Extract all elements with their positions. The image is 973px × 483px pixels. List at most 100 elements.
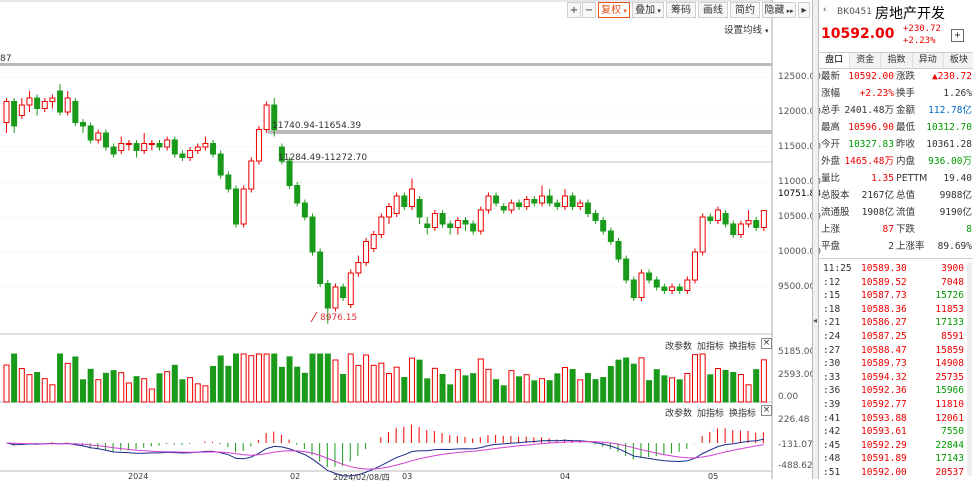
volume-bar xyxy=(255,353,262,403)
volume-bar xyxy=(64,362,71,403)
tab-funds[interactable]: 资金 xyxy=(850,53,882,68)
ma-settings-button[interactable]: 设置均线 ▾ xyxy=(724,22,769,36)
vol-switch-indicator-button[interactable]: 换指标 xyxy=(729,339,756,352)
tick-scrollbar[interactable] xyxy=(967,262,972,476)
candle-body xyxy=(202,143,209,148)
brief-button[interactable]: 简约 xyxy=(730,2,760,18)
adjust-button[interactable]: 复权 ▾ xyxy=(598,2,630,18)
tick-time: :30 xyxy=(823,358,841,370)
candle-body xyxy=(64,97,71,113)
vol-axis-tick: 5185.00 xyxy=(778,347,816,357)
tick-volume: 17133 xyxy=(935,317,964,329)
volume-bar xyxy=(171,364,178,403)
candle-body xyxy=(141,143,148,151)
tick-row: :48 10591.89 17143 xyxy=(819,452,973,466)
tab-index[interactable]: 指数 xyxy=(881,53,913,68)
candle-body xyxy=(424,223,431,228)
draw-line-button[interactable]: 画线 xyxy=(698,2,728,18)
stat-value: 19.40 xyxy=(943,173,972,184)
stat-value: ▲230.72 xyxy=(931,71,972,82)
candle-body xyxy=(692,251,698,281)
chip-button[interactable]: 筹码 xyxy=(666,2,696,18)
dropdown-arrow-icon: ▾ xyxy=(621,7,627,15)
hide-button[interactable]: 隐藏 ▸▸ xyxy=(762,2,796,18)
candle-body xyxy=(516,202,523,207)
macd-add-indicator-button[interactable]: 加指标 xyxy=(697,406,724,419)
stat-row: 今开 10327.83 昨收 10361.28 xyxy=(819,136,973,153)
stat-value: 10312.70 xyxy=(926,122,972,133)
stat-label: 内盘 xyxy=(896,156,916,167)
zoom-in-button[interactable]: + xyxy=(567,2,581,18)
volume-bar xyxy=(577,379,584,403)
volume-bar xyxy=(416,359,423,403)
candle-body xyxy=(57,90,64,113)
volume-bar xyxy=(722,370,729,403)
vol-edit-params-button[interactable]: 改参数 xyxy=(665,339,692,352)
candle-body xyxy=(416,199,423,218)
collapse-right-button[interactable]: ▸ xyxy=(798,2,810,18)
date-tick: 02 xyxy=(290,472,301,481)
candle-body xyxy=(707,216,714,221)
candle-body xyxy=(745,220,752,225)
tick-time: :36 xyxy=(823,385,841,397)
candle-body xyxy=(676,286,683,291)
tick-row: :18 10588.36 11853 xyxy=(819,303,973,317)
volume-bar xyxy=(217,355,224,403)
tick-time: :45 xyxy=(823,439,841,451)
candle-body xyxy=(110,146,117,155)
vol-close-icon[interactable]: × xyxy=(761,338,772,349)
tick-time: :27 xyxy=(823,344,841,356)
candle-body xyxy=(592,213,599,221)
candle-body xyxy=(11,101,18,127)
volume-bar xyxy=(148,388,155,403)
macd-switch-indicator-button[interactable]: 换指标 xyxy=(729,406,756,419)
macd-edit-params-button[interactable]: 改参数 xyxy=(665,406,692,419)
candle-body xyxy=(477,209,484,232)
overlay-label: 叠加 xyxy=(635,5,656,16)
volume-bar xyxy=(294,366,301,403)
tick-row: 11:25 10589.30 3900 xyxy=(819,262,973,276)
tab-movement[interactable]: 异动 xyxy=(912,53,944,68)
stat-value: 1.26% xyxy=(943,88,972,99)
kline-chart-area[interactable]: + − 复权 ▾ 叠加 ▾ 筹码 画线 简约 隐藏 ▸▸ ▸ 设置均线 ▾ 87… xyxy=(0,0,821,482)
volume-bar xyxy=(500,385,507,403)
tab-sector[interactable]: 板块 xyxy=(943,53,973,68)
candle-body xyxy=(561,195,568,207)
candle-body xyxy=(623,258,630,281)
volume-bar xyxy=(439,374,446,403)
zoom-out-button[interactable]: − xyxy=(582,2,596,18)
volume-bar xyxy=(623,357,630,403)
candle-body xyxy=(508,202,515,211)
stat-row: 最高 10596.90 最低 10312.70 xyxy=(819,119,973,136)
volume-bar xyxy=(546,380,553,403)
macd-close-icon[interactable]: × xyxy=(761,405,772,416)
candle-body xyxy=(301,202,308,218)
tick-time: :18 xyxy=(823,303,841,315)
tick-volume: 25735 xyxy=(935,371,964,383)
candle-body xyxy=(401,195,408,207)
volume-bar xyxy=(401,377,408,403)
gap-label-upper: 11740.94-11654.39 xyxy=(272,121,362,131)
candle-body xyxy=(378,216,385,235)
candle-body xyxy=(317,251,324,284)
volume-bar xyxy=(516,376,523,403)
price-change-pct: +2.23% xyxy=(903,36,936,46)
collapse-arrow-icon[interactable]: ‹ xyxy=(822,5,827,15)
tick-volume: 7048 xyxy=(941,276,964,288)
add-watchlist-button[interactable]: + xyxy=(951,29,964,42)
candle-body xyxy=(523,199,530,207)
candle-body xyxy=(125,143,132,145)
candle-body xyxy=(722,213,729,225)
splitter-arrow-icon[interactable]: ◂ xyxy=(813,316,817,325)
candle-body xyxy=(370,234,377,249)
candle-body xyxy=(187,150,194,158)
tick-row: :51 10592.00 20537 xyxy=(819,466,973,480)
vol-add-indicator-button[interactable]: 加指标 xyxy=(697,339,724,352)
volume-bar xyxy=(737,374,744,403)
volume-bar xyxy=(34,372,41,403)
volume-bar xyxy=(760,359,767,403)
tab-order-book[interactable]: 盘口 xyxy=(819,53,851,68)
volume-bar xyxy=(57,353,64,403)
overlay-button[interactable]: 叠加 ▾ xyxy=(632,2,664,18)
dea-line xyxy=(6,441,764,470)
